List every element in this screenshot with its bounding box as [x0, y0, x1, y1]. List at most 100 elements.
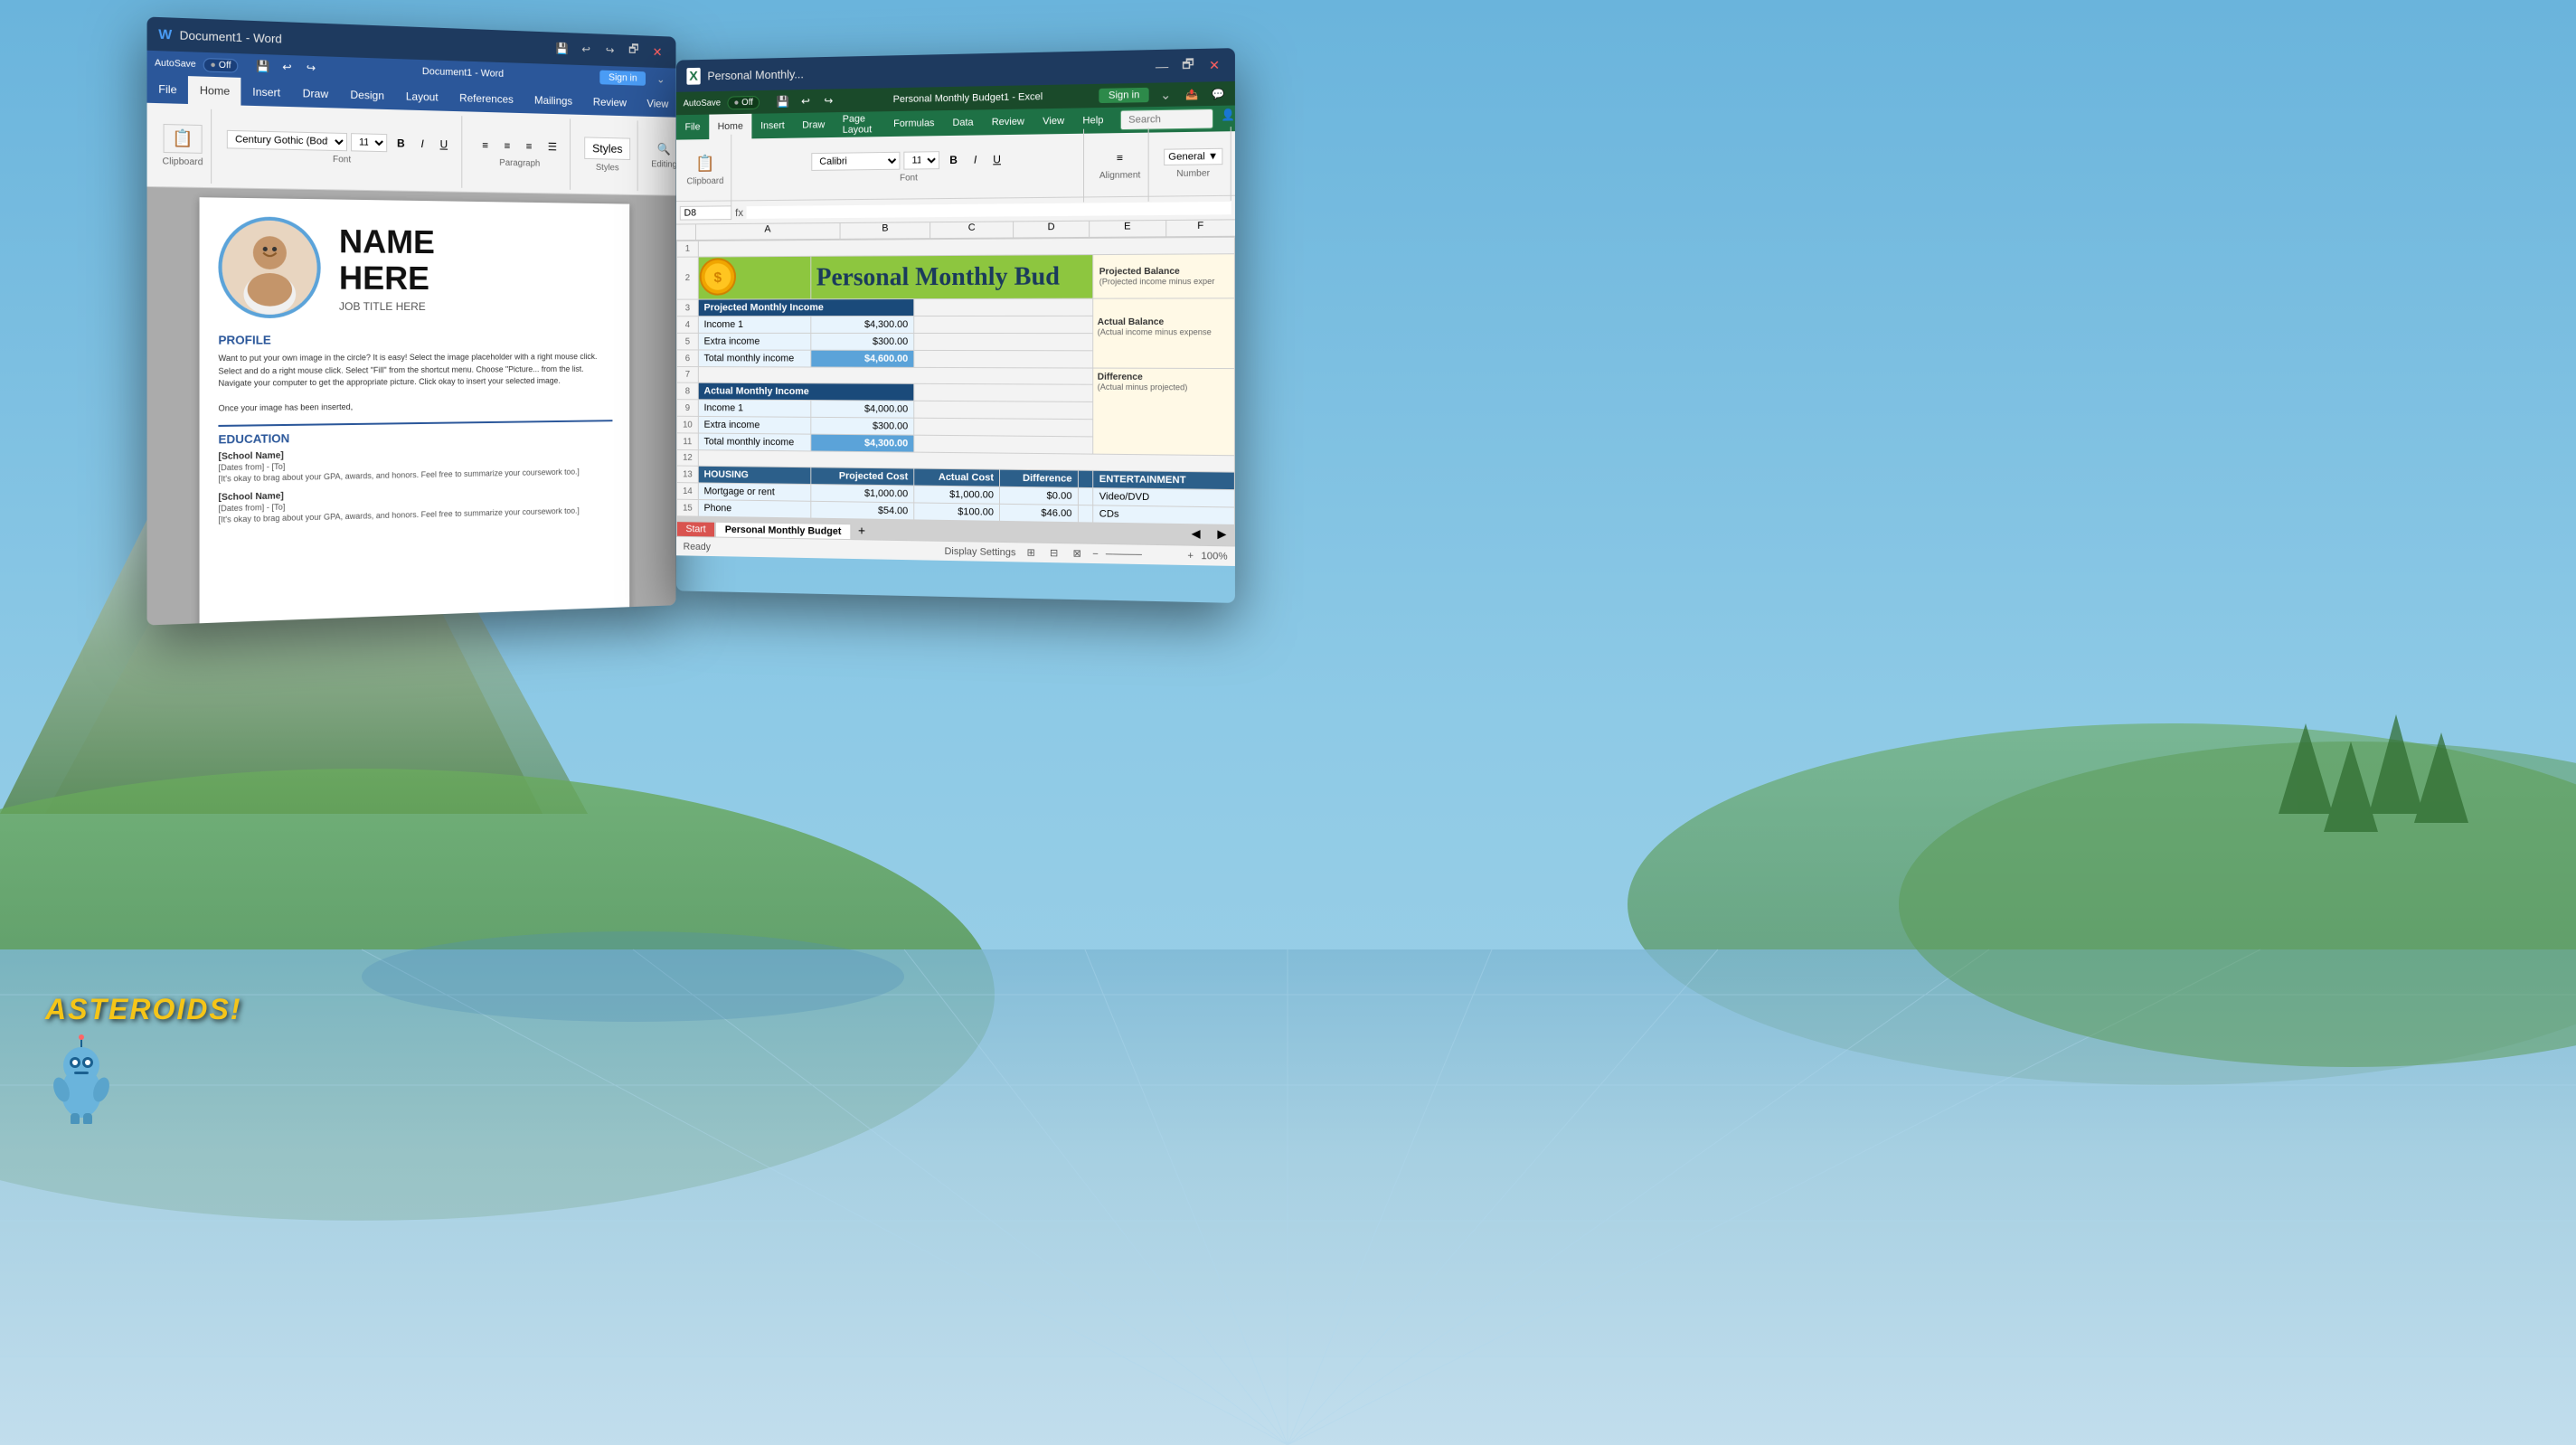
excel-add-sheet-icon[interactable]: +: [851, 521, 873, 539]
word-doc-jobtitle: JOB TITLE HERE: [339, 299, 435, 312]
excel-comments-icon[interactable]: 💬: [1209, 84, 1228, 103]
excel-col-b-header: B: [841, 222, 931, 239]
excel-zoom-out-icon[interactable]: −: [1092, 548, 1099, 559]
word-autosave-toggle[interactable]: ● Off: [203, 58, 238, 73]
word-tab-file[interactable]: File: [147, 75, 189, 104]
word-app-icon: W: [158, 26, 172, 42]
word-tab-references[interactable]: References: [448, 84, 524, 113]
excel-tab-start[interactable]: Start: [676, 521, 715, 536]
word-bold-button[interactable]: B: [391, 134, 411, 153]
word-tab-draw[interactable]: Draw: [291, 80, 339, 109]
word-tab-home[interactable]: Home: [188, 76, 241, 105]
excel-alignment-group: ≡ Alignment: [1092, 128, 1149, 202]
word-window: W Document1 - Word 💾 ↩ ↪ 🗗 ✕ AutoSave ● …: [147, 16, 676, 625]
asteroids-card: ASTEROIDS!: [45, 993, 226, 1129]
word-clipboard-group: 📋 Clipboard: [155, 108, 212, 184]
excel-col-f-header: F: [1166, 220, 1235, 236]
word-name-area: NAME HERE JOB TITLE HERE: [339, 218, 435, 318]
excel-videodvd-row: Video/DVD: [1093, 488, 1234, 507]
word-tab-view[interactable]: View: [637, 90, 675, 117]
excel-view-normal-icon[interactable]: ⊞: [1027, 547, 1035, 559]
word-styles-group: Styles Styles: [578, 118, 637, 191]
table-row: 2 $ Personal Monthly Bud Projected Balan…: [676, 254, 1234, 299]
excel-profile-icon[interactable]: 👤: [1221, 106, 1235, 125]
word-ribbon-toggle[interactable]: ⌄: [652, 71, 669, 89]
excel-cds-row: CDs: [1093, 505, 1234, 525]
table-row: 3 Projected Monthly Income Actual Balanc…: [676, 298, 1234, 316]
word-italic-button[interactable]: I: [415, 135, 430, 153]
word-list-button[interactable]: ☰: [542, 137, 563, 156]
word-doc-top: NAME HERE JOB TITLE HERE: [218, 216, 612, 318]
excel-view-page-icon[interactable]: ⊠: [1073, 547, 1081, 559]
word-qa-redo[interactable]: ↪: [301, 58, 321, 79]
word-paragraph-group: ≡ ≡ ≡ ☰ Paragraph: [469, 116, 571, 189]
excel-display-settings[interactable]: Display Settings: [944, 545, 1015, 557]
excel-actual-income-header: Actual Monthly Income: [698, 382, 913, 401]
excel-minimize-icon[interactable]: —: [1153, 57, 1172, 76]
word-signin-button[interactable]: Sign in: [600, 71, 646, 86]
excel-autosave-toggle[interactable]: ● Off: [728, 95, 760, 109]
excel-paste-button[interactable]: 📋: [695, 154, 714, 173]
excel-view-layout-icon[interactable]: ⊟: [1050, 547, 1058, 559]
excel-zoom-level: 100%: [1201, 550, 1227, 562]
word-font-group: Century Gothic (Body) 11 B I U Font: [219, 109, 462, 188]
word-title-controls[interactable]: 💾 ↩ ↪ 🗗 ✕: [553, 39, 665, 61]
excel-projected-income-header: Projected Monthly Income: [698, 299, 913, 316]
word-ribbon-content: 📋 Clipboard Century Gothic (Body) 11 B I…: [147, 103, 676, 196]
excel-ribbon-icon[interactable]: ⌄: [1156, 85, 1175, 104]
excel-title-controls[interactable]: — 🗗 ✕: [1153, 56, 1224, 76]
excel-underline-button[interactable]: U: [986, 150, 1007, 168]
word-underline-button[interactable]: U: [434, 135, 454, 153]
word-profile-text: Want to put your own image in the circle…: [218, 351, 612, 415]
excel-scroll-right-icon[interactable]: ►: [1209, 525, 1235, 546]
asteroids-title: ASTEROIDS!: [45, 993, 226, 1026]
excel-signin-button[interactable]: Sign in: [1099, 88, 1149, 103]
word-tab-review[interactable]: Review: [583, 89, 637, 117]
word-redo-icon[interactable]: ↪: [601, 41, 618, 59]
word-paste-button[interactable]: 📋: [164, 123, 203, 153]
word-font-select[interactable]: Century Gothic (Body): [227, 130, 347, 151]
excel-window: X Personal Monthly... — 🗗 ✕ AutoSave ● O…: [676, 48, 1235, 603]
excel-scroll-left-icon[interactable]: ◄: [1183, 524, 1209, 545]
word-avatar: [218, 216, 320, 318]
excel-font-select[interactable]: Calibri: [812, 152, 901, 171]
excel-close-icon[interactable]: ✕: [1205, 56, 1224, 75]
word-qa-save[interactable]: 💾: [252, 56, 273, 77]
excel-bold-button[interactable]: B: [943, 151, 964, 169]
word-fontsize-select[interactable]: 11: [351, 133, 387, 152]
word-profile-section: PROFILE: [218, 333, 612, 347]
excel-center-title: Personal Monthly Budget1 - Excel: [845, 90, 1092, 106]
word-align-left-button[interactable]: ≡: [476, 136, 494, 154]
word-close-icon[interactable]: ✕: [649, 42, 666, 61]
word-tab-insert[interactable]: Insert: [241, 78, 292, 107]
word-undo-icon[interactable]: ↩: [578, 40, 595, 58]
excel-autosave-label: AutoSave: [684, 98, 722, 109]
excel-col-d-header: D: [1014, 222, 1090, 238]
word-quick-access: 💾 ↩ ↪: [252, 56, 321, 79]
excel-spreadsheet-area: 1 2 $ Personal Monthly Bud: [676, 237, 1235, 525]
word-document-area: NAME HERE JOB TITLE HERE PROFILE Want to…: [147, 187, 676, 626]
excel-cell-reference[interactable]: [680, 205, 731, 220]
excel-qa-undo[interactable]: ↩: [796, 91, 815, 111]
word-tab-layout[interactable]: Layout: [395, 82, 448, 111]
excel-actual-balance-title: Actual Balance: [1098, 317, 1231, 327]
word-align-right-button[interactable]: ≡: [520, 137, 538, 156]
excel-share-icon[interactable]: 📤: [1183, 85, 1202, 104]
word-align-center-button[interactable]: ≡: [498, 137, 516, 155]
excel-qa-save[interactable]: 💾: [773, 91, 792, 111]
excel-fontsize-select[interactable]: 11: [904, 151, 940, 169]
word-tab-design[interactable]: Design: [339, 80, 395, 109]
excel-tab-personal-budget[interactable]: Personal Monthly Budget: [715, 522, 851, 539]
excel-italic-button[interactable]: I: [967, 150, 983, 168]
excel-zoom-slider[interactable]: ─────: [1106, 549, 1180, 562]
excel-zoom-in-icon[interactable]: +: [1187, 550, 1194, 561]
excel-align-button[interactable]: ≡: [1110, 148, 1130, 167]
word-qa-undo[interactable]: ↩: [277, 57, 297, 78]
word-save-icon[interactable]: 💾: [553, 39, 571, 57]
excel-restore-icon[interactable]: 🗗: [1179, 56, 1198, 75]
word-editing-group: 🔍 Editing: [645, 120, 676, 191]
excel-qa-redo[interactable]: ↪: [819, 90, 838, 110]
excel-spreadsheet-title: Personal Monthly Bud: [816, 262, 1060, 291]
word-restore-icon[interactable]: 🗗: [626, 42, 643, 60]
word-tab-mailings[interactable]: Mailings: [524, 87, 582, 115]
